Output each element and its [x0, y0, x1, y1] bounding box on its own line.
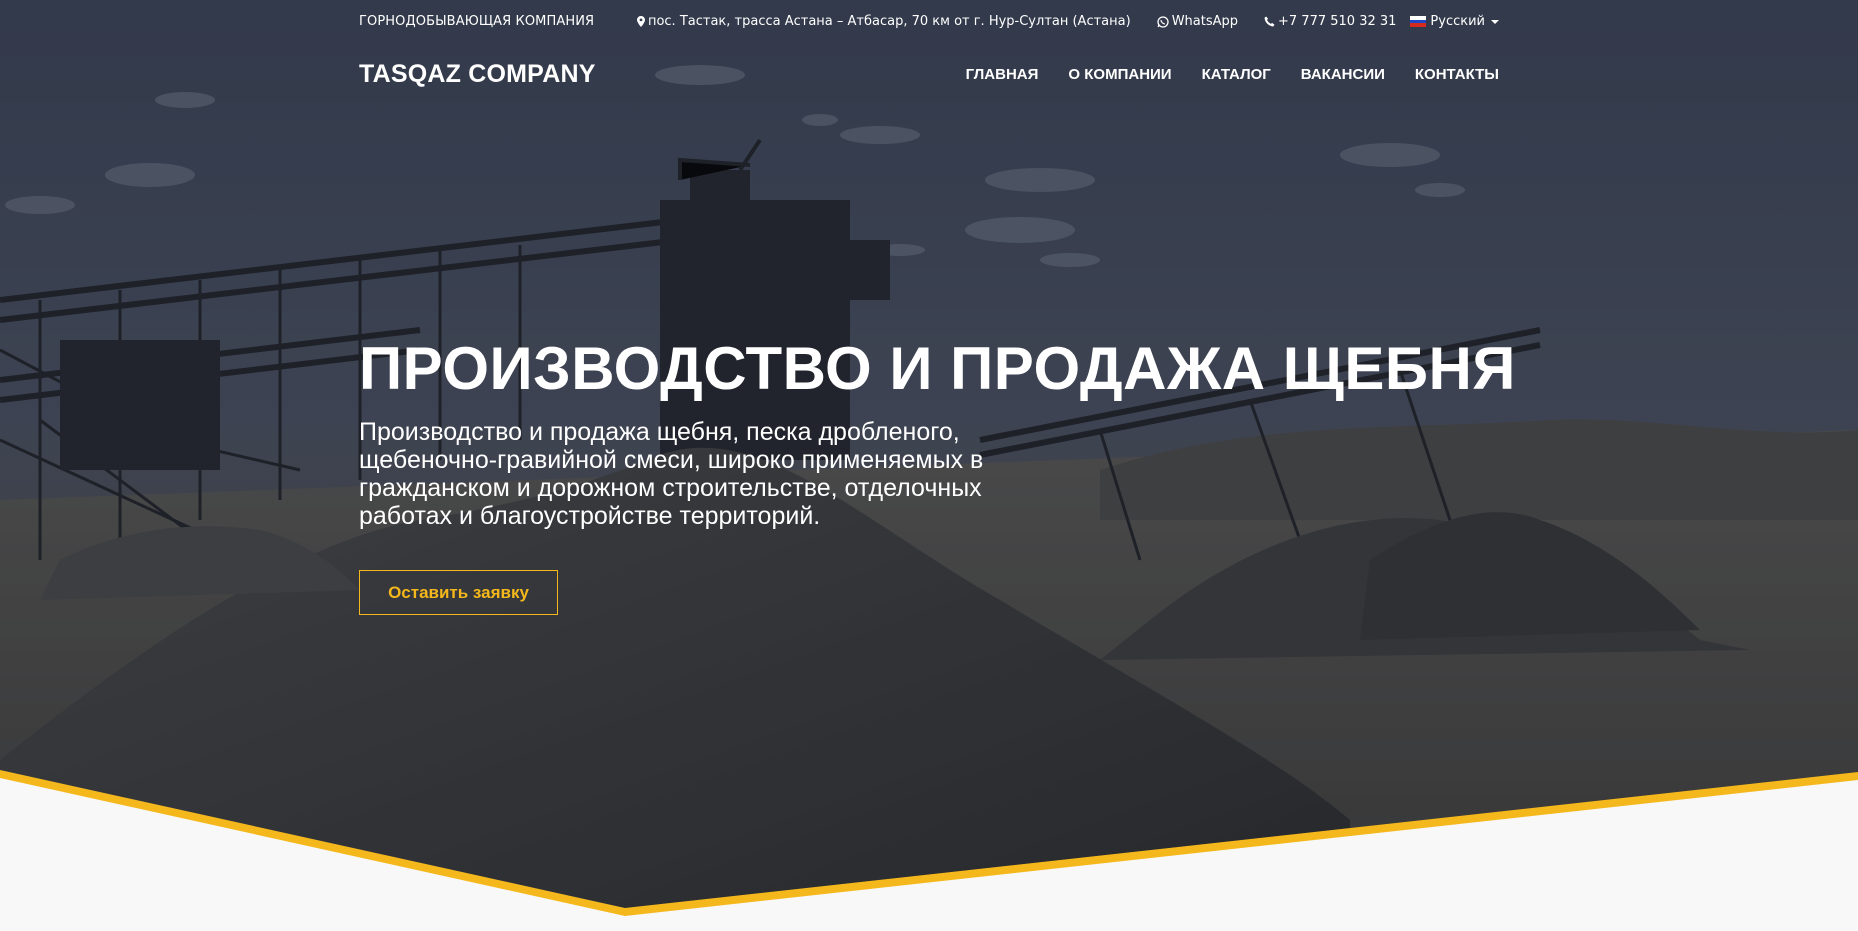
phone-icon	[1264, 16, 1275, 27]
menu-item-home[interactable]: ГЛАВНАЯ	[966, 66, 1039, 83]
hero-lead: Производство и продажа щебня, песка дроб…	[359, 418, 984, 530]
map-marker-icon	[636, 16, 645, 27]
language-label: Русский	[1430, 14, 1485, 29]
whatsapp-link[interactable]: WhatsApp	[1157, 14, 1238, 29]
menu-item-contacts[interactable]: КОНТАКТЫ	[1415, 66, 1499, 83]
whatsapp-label: WhatsApp	[1171, 14, 1239, 29]
whatsapp-icon	[1157, 15, 1169, 28]
hero-title: ПРОИЗВОДСТВО И ПРОДАЖА ЩЕБНЯ	[359, 335, 1516, 402]
company-type: ГОРНОДОБЫВАЮЩАЯ КОМПАНИЯ	[359, 14, 595, 29]
phone-number: +7 777 510 32 31	[1278, 14, 1397, 29]
address-item: пос. Тастак, трасса Астана – Атбасар, 70…	[636, 14, 1131, 29]
phone-link[interactable]: +7 777 510 32 31	[1264, 14, 1396, 29]
top-bar-contacts: пос. Тастак, трасса Астана – Атбасар, 70…	[636, 14, 1499, 29]
russia-flag-icon	[1410, 16, 1427, 28]
top-bar: ГОРНОДОБЫВАЮЩАЯ КОМПАНИЯ пос. Тастак, тр…	[359, 12, 1499, 32]
page: ГОРНОДОБЫВАЮЩАЯ КОМПАНИЯ пос. Тастак, тр…	[0, 0, 1858, 931]
main-navbar: TASQAZ COMPANY ГЛАВНАЯ О КОМПАНИИ КАТАЛО…	[359, 56, 1499, 96]
address-text: пос. Тастак, трасса Астана – Атбасар, 70…	[647, 14, 1131, 29]
chevron-down-icon	[1491, 19, 1499, 24]
main-menu: ГЛАВНАЯ О КОМПАНИИ КАТАЛОГ ВАКАНСИИ КОНТ…	[936, 66, 1499, 83]
menu-item-vacancies[interactable]: ВАКАНСИИ	[1301, 66, 1385, 83]
request-button[interactable]: Оставить заявку	[359, 570, 558, 615]
site-logo[interactable]: TASQAZ COMPANY	[359, 60, 596, 89]
menu-item-catalog[interactable]: КАТАЛОГ	[1202, 66, 1271, 83]
menu-item-about[interactable]: О КОМПАНИИ	[1068, 66, 1171, 83]
language-selector[interactable]: Русский	[1410, 14, 1499, 29]
